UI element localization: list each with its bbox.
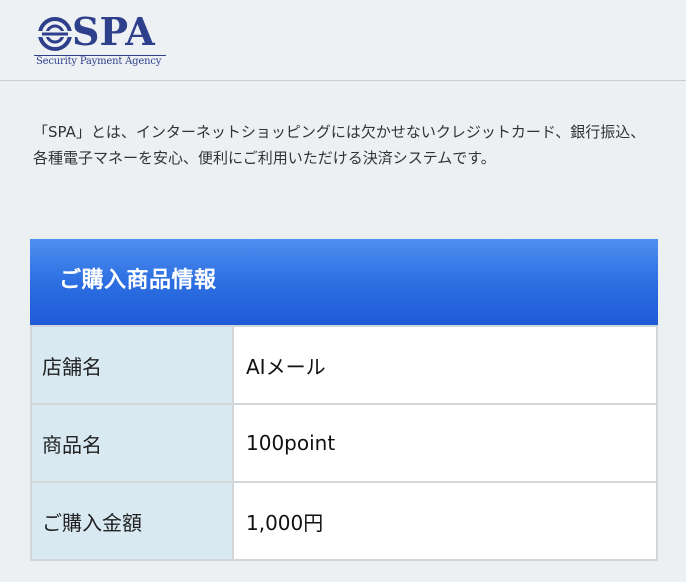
product-name-value: 100point xyxy=(232,403,658,483)
logo-text: SPA xyxy=(72,9,155,54)
table-row-amount: ご購入金額 1,000円 xyxy=(30,481,658,561)
spa-logo: SPA Security Payment Agency xyxy=(34,8,174,70)
product-name-label: 商品名 xyxy=(30,403,234,483)
purchase-info-title: ご購入商品情報 xyxy=(59,268,217,293)
store-name-value: AIメール xyxy=(232,325,658,405)
purchase-info-panel: ご購入商品情報 店舗名 AIメール 商品名 100point ご購入金額 1,0… xyxy=(30,239,658,582)
purchase-info-header: ご購入商品情報 xyxy=(30,239,658,325)
page-header: SPA Security Payment Agency xyxy=(0,0,686,81)
purchase-amount-label: ご購入金額 xyxy=(30,481,234,561)
spa-swirl-icon xyxy=(38,17,72,51)
purchase-amount-value: 1,000円 xyxy=(232,481,658,561)
logo-subtitle: Security Payment Agency xyxy=(36,56,162,67)
purchase-info-table: 店舗名 AIメール 商品名 100point ご購入金額 1,000円 xyxy=(30,325,658,561)
table-row-store: 店舗名 AIメール xyxy=(30,325,658,405)
store-name-label: 店舗名 xyxy=(30,325,234,405)
table-row-product: 商品名 100point xyxy=(30,403,658,483)
intro-text: 「SPA」とは、インターネットショッピングには欠かせないクレジットカード、銀行振… xyxy=(33,123,646,167)
